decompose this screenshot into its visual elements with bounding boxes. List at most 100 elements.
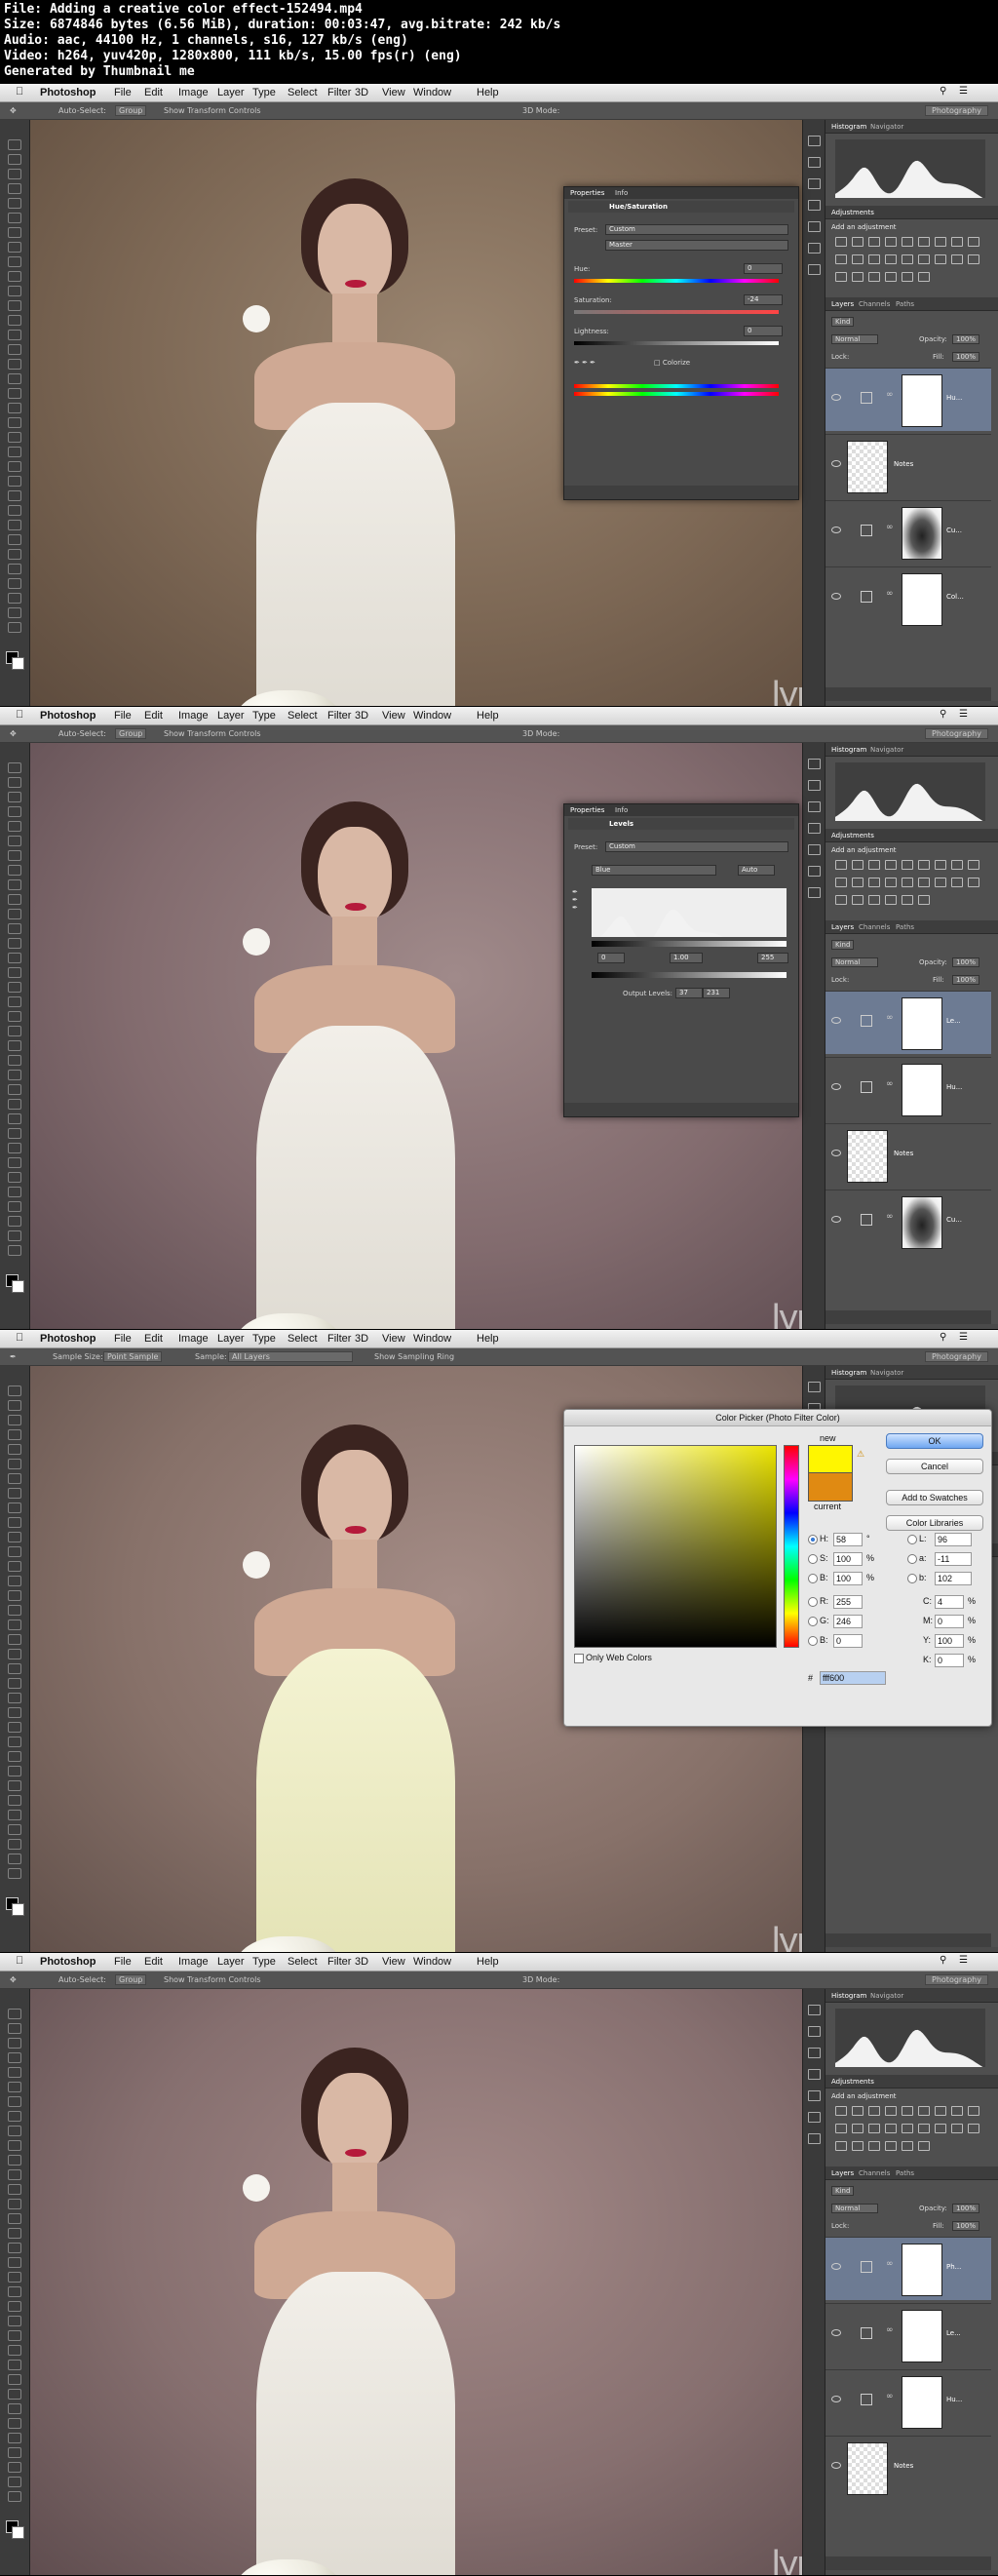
opacity-field[interactable]: 100%: [952, 2204, 980, 2213]
adjustment-icon[interactable]: [885, 878, 897, 887]
tool-icon[interactable]: [8, 2184, 21, 2195]
auto-select-label[interactable]: Auto-Select:: [58, 1975, 106, 1984]
chain-link-icon[interactable]: ∞: [886, 523, 894, 532]
menu-layer[interactable]: Layer: [217, 1956, 245, 1968]
layer-name[interactable]: Le...: [946, 1017, 961, 1025]
tool-icon[interactable]: [8, 476, 21, 487]
workspace-dropdown[interactable]: Photography: [925, 728, 988, 739]
layer-name[interactable]: Cu...: [946, 527, 962, 534]
tool-icon[interactable]: [8, 2169, 21, 2180]
tool-icon[interactable]: [8, 792, 21, 802]
visibility-eye-icon[interactable]: [831, 1083, 841, 1090]
tool-icon[interactable]: [8, 2491, 21, 2502]
dock-icon[interactable]: [808, 264, 821, 275]
tool-icon[interactable]: [8, 879, 21, 890]
tool-icon[interactable]: [8, 183, 21, 194]
chain-link-icon[interactable]: ∞: [886, 2259, 894, 2269]
tab-paths[interactable]: Paths: [896, 300, 914, 308]
tool-icon[interactable]: [8, 1429, 21, 1440]
tool-icon[interactable]: [8, 2389, 21, 2400]
layer-row[interactable]: ∞ Hu...: [825, 2369, 991, 2433]
show-transform-checkbox[interactable]: Show Transform Controls: [164, 106, 261, 115]
tool-icon[interactable]: [8, 850, 21, 861]
layer-row[interactable]: Notes: [825, 1123, 991, 1187]
blend-mode-dropdown[interactable]: Normal: [831, 334, 878, 344]
adjustment-icon[interactable]: [968, 2106, 979, 2116]
adjustment-icon[interactable]: [885, 272, 897, 282]
tool-icon[interactable]: [8, 777, 21, 788]
adjustment-icon[interactable]: [868, 2106, 880, 2116]
tool-icon[interactable]: [8, 198, 21, 209]
field-g[interactable]: 246: [833, 1615, 863, 1628]
adjustment-icon[interactable]: [902, 2106, 913, 2116]
adjustment-icon[interactable]: [968, 878, 979, 887]
visibility-eye-icon[interactable]: [831, 593, 841, 600]
workspace-dropdown[interactable]: Photography: [925, 105, 988, 116]
tool-icon[interactable]: [8, 578, 21, 589]
dock-icon[interactable]: [808, 801, 821, 812]
tool-icon[interactable]: [8, 1605, 21, 1616]
dock-icon[interactable]: [808, 200, 821, 211]
adjustment-icon[interactable]: [885, 237, 897, 247]
search-icon[interactable]: ⚲: [940, 1955, 946, 1966]
menu-window[interactable]: Window: [413, 1956, 451, 1968]
layer-name[interactable]: Notes: [894, 2462, 913, 2470]
tool-icon[interactable]: [8, 417, 21, 428]
tool-icon[interactable]: [8, 1590, 21, 1601]
channel-dropdown[interactable]: Blue: [592, 865, 716, 876]
layer-thumbnail[interactable]: [847, 1130, 888, 1183]
workspace-dropdown[interactable]: Photography: [925, 1974, 988, 1985]
tool-icon[interactable]: [8, 1620, 21, 1630]
menu-select[interactable]: Select: [288, 1956, 318, 1968]
tool-icon[interactable]: [8, 1386, 21, 1396]
tab-layers[interactable]: Layers: [831, 2169, 854, 2177]
tool-icon[interactable]: [8, 2213, 21, 2224]
background-color-swatch[interactable]: [12, 1280, 24, 1293]
radio-s[interactable]: [808, 1554, 818, 1564]
tab-channels[interactable]: Channels: [859, 923, 890, 931]
tab-paths[interactable]: Paths: [896, 2169, 914, 2177]
menu-3d[interactable]: 3D: [355, 87, 368, 98]
layer-name[interactable]: Col...: [946, 593, 964, 601]
layer-name[interactable]: Notes: [894, 1150, 913, 1157]
tool-icon[interactable]: [8, 2009, 21, 2019]
menu-type[interactable]: Type: [252, 1956, 276, 1968]
radio-h[interactable]: [808, 1535, 818, 1544]
adjustment-icon[interactable]: [918, 878, 930, 887]
dock-icon[interactable]: [808, 780, 821, 791]
tab-channels[interactable]: Channels: [859, 2169, 890, 2177]
tool-icon[interactable]: [8, 2447, 21, 2458]
menu-select[interactable]: Select: [288, 1333, 318, 1345]
tool-icon[interactable]: [8, 2477, 21, 2487]
tool-icon[interactable]: [8, 622, 21, 633]
input-white-field[interactable]: 255: [757, 953, 788, 963]
menu-help[interactable]: Help: [477, 1956, 499, 1968]
tab-histogram[interactable]: Histogram: [831, 746, 866, 754]
adjustment-icon[interactable]: [902, 2124, 913, 2133]
tool-icon[interactable]: [8, 447, 21, 457]
layer-thumbnail[interactable]: [847, 2442, 888, 2495]
tool-icon[interactable]: [8, 1415, 21, 1425]
layer-mask-thumbnail[interactable]: [902, 2376, 942, 2429]
auto-select-dropdown[interactable]: Group: [115, 1974, 147, 1985]
adjustment-icon[interactable]: [902, 272, 913, 282]
layer-row[interactable]: ∞ Hu...: [825, 368, 991, 431]
menu-file[interactable]: File: [114, 87, 132, 98]
layer-row[interactable]: ∞ Ph...: [825, 2237, 991, 2300]
tool-icon[interactable]: [8, 2023, 21, 2034]
field-b_lab[interactable]: 102: [935, 1572, 972, 1585]
apple-icon[interactable]: : [16, 709, 23, 721]
tab-histogram[interactable]: Histogram: [831, 123, 866, 131]
cancel-button[interactable]: Cancel: [886, 1459, 983, 1474]
tool-icon[interactable]: [8, 154, 21, 165]
adjustment-icon[interactable]: [852, 2106, 864, 2116]
menu-file[interactable]: File: [114, 710, 132, 722]
adjustment-icon[interactable]: [835, 860, 847, 870]
adjustment-icon[interactable]: [885, 2124, 897, 2133]
radio-b_lab[interactable]: [907, 1574, 917, 1583]
visibility-eye-icon[interactable]: [831, 394, 841, 401]
tool-icon[interactable]: [8, 1444, 21, 1455]
layer-row[interactable]: ∞ Col...: [825, 566, 991, 630]
adjustment-icon[interactable]: [835, 2124, 847, 2133]
tool-icon[interactable]: [8, 1810, 21, 1820]
